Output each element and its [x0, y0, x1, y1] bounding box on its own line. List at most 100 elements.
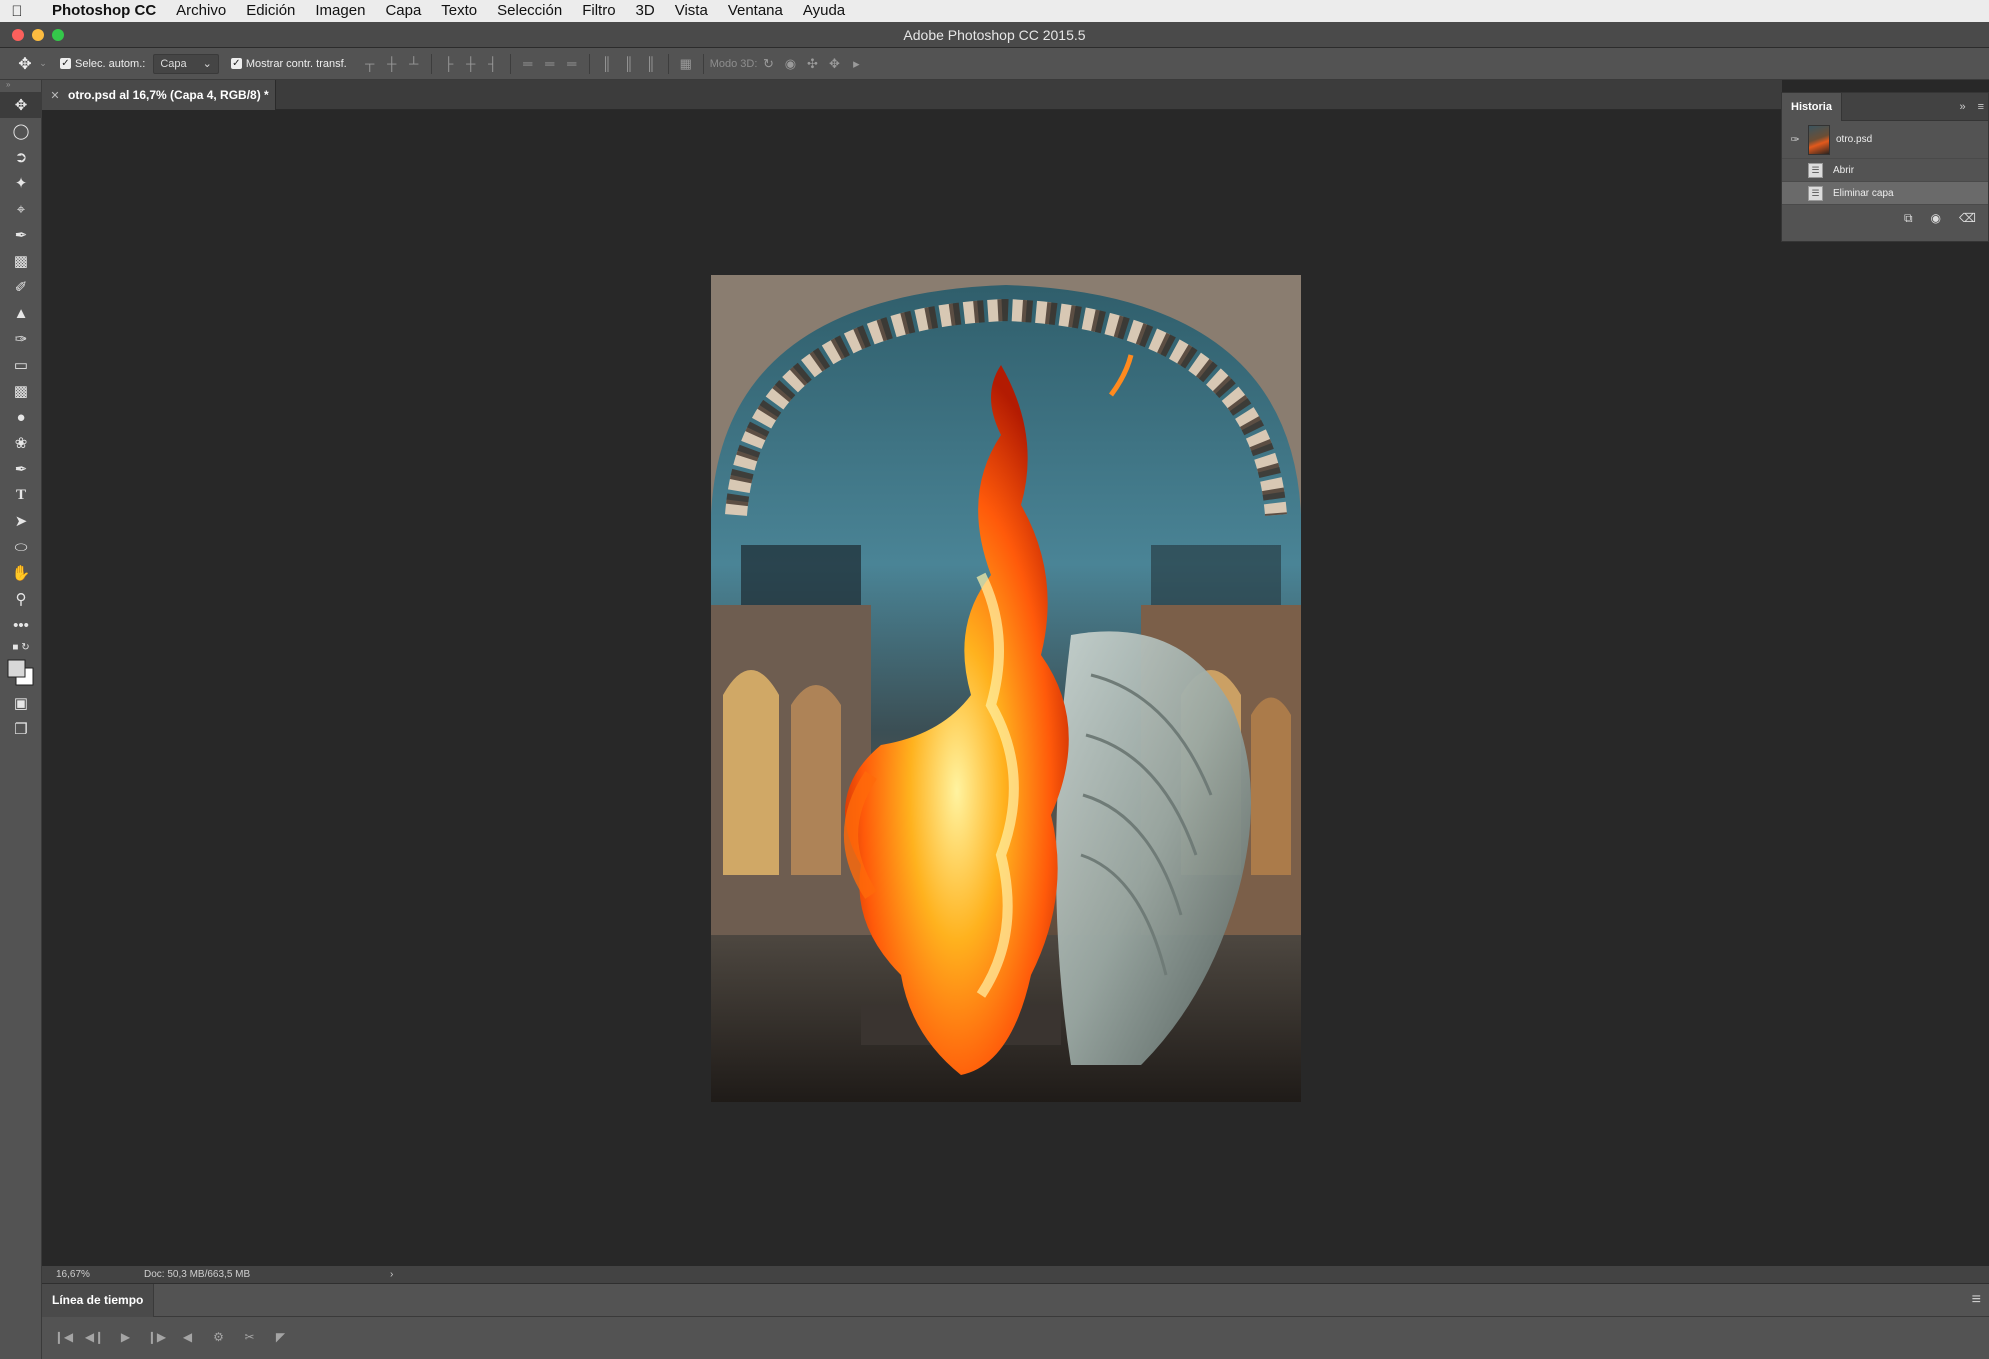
menu-vista[interactable]: Vista — [665, 0, 718, 22]
align-top-icon[interactable]: ┬ — [359, 56, 381, 71]
distribute-left-icon[interactable]: ║ — [596, 56, 618, 71]
timeline-header: Línea de tiempo ≡ — [42, 1283, 1989, 1317]
tab-timeline[interactable]: Línea de tiempo — [42, 1283, 155, 1317]
align-left-icon[interactable]: ├ — [438, 56, 460, 71]
menu-texto[interactable]: Texto — [431, 0, 487, 22]
move-tool-preset-icon[interactable]: ✥ — [14, 54, 36, 74]
distribute-bottom-icon[interactable]: ═ — [561, 56, 583, 71]
align-hcenter-icon[interactable]: ┼ — [460, 56, 482, 71]
auto-align-icon[interactable]: ▦ — [675, 56, 697, 72]
auto-select-dropdown[interactable]: Capa ⌄ — [153, 53, 219, 74]
tab-document[interactable]: ✕ otro.psd al 16,7% (Capa 4, RGB/8) * — [42, 80, 276, 110]
roll-3d-icon[interactable]: ◉ — [779, 56, 801, 72]
history-snapshot[interactable]: ✑ otro.psd — [1782, 121, 1988, 159]
audio-icon[interactable]: ◀ — [172, 1330, 203, 1344]
patch-tool-icon[interactable]: ▩ — [0, 248, 42, 274]
eyedropper-tool-icon[interactable]: ✒ — [0, 222, 42, 248]
default-colors-icon[interactable]: ■ ↻ — [0, 638, 42, 656]
collapse-panel-icon[interactable]: » — [1959, 101, 1965, 113]
panel-menu-icon[interactable]: ≡ — [1972, 1291, 1989, 1309]
panel-menu-icon[interactable]: ≡ — [1978, 101, 1984, 113]
quick-mask-icon[interactable]: ▣ — [0, 690, 42, 716]
history-brush-source-icon[interactable]: ✑ — [1782, 133, 1808, 146]
history-state-abrir[interactable]: ☰ Abrir — [1782, 159, 1988, 182]
sponge-tool-icon[interactable]: ❀ — [0, 430, 42, 456]
zoom-tool-icon[interactable]: ⚲ — [0, 586, 42, 612]
menu-edicion[interactable]: Edición — [236, 0, 305, 22]
scissors-icon[interactable]: ✂ — [234, 1330, 265, 1344]
hand-tool-icon[interactable]: ✋ — [0, 560, 42, 586]
stamp-tool-icon[interactable]: ▲ — [0, 300, 42, 326]
new-document-from-state-icon[interactable]: ⧉ — [1904, 211, 1913, 226]
trash-icon[interactable]: ⌫ — [1959, 211, 1976, 225]
pen-tool-icon[interactable]: ✒ — [0, 456, 42, 482]
auto-select-checkbox[interactable]: ✓ — [60, 58, 71, 69]
divider — [667, 53, 669, 74]
history-panel-header: Historia » ≡ — [1782, 92, 1988, 121]
window-title: Adobe Photoshop CC 2015.5 — [903, 27, 1086, 43]
menu-archivo[interactable]: Archivo — [166, 0, 236, 22]
foreground-background-swatch-icon[interactable] — [6, 658, 36, 688]
pan-3d-icon[interactable]: ✣ — [801, 56, 823, 72]
distribute-top-icon[interactable]: ═ — [517, 56, 539, 71]
transition-icon[interactable]: ◤ — [265, 1330, 296, 1344]
distribute-right-icon[interactable]: ║ — [640, 56, 662, 71]
distribute-vcenter-icon[interactable]: ═ — [539, 56, 561, 71]
menu-imagen[interactable]: Imagen — [305, 0, 375, 22]
close-icon[interactable]: ✕ — [42, 89, 68, 102]
doc-size: Doc: 50,3 MB/663,5 MB — [144, 1269, 251, 1280]
crop-tool-icon[interactable]: ⌖ — [0, 196, 42, 222]
history-brush-tool-icon[interactable]: ✑ — [0, 326, 42, 352]
next-frame-icon[interactable]: ❙▶ — [141, 1330, 172, 1344]
scale-3d-icon[interactable]: ▸ — [845, 56, 867, 72]
eraser-tool-icon[interactable]: ▭ — [0, 352, 42, 378]
show-transform-checkbox[interactable]: ✓ — [230, 58, 242, 69]
menu-3d[interactable]: 3D — [626, 0, 665, 22]
color-swatches[interactable] — [0, 656, 42, 690]
tab-historia[interactable]: Historia — [1782, 92, 1842, 121]
zoom-level[interactable]: 16,67% — [42, 1269, 90, 1280]
blur-tool-icon[interactable]: ● — [0, 404, 42, 430]
menu-ayuda[interactable]: Ayuda — [793, 0, 855, 22]
timeline-controls: ❙◀ ◀❙ ▶ ❙▶ ◀ ⚙ ✂ ◤ — [42, 1317, 1989, 1357]
more-tools-icon[interactable]: ••• — [0, 612, 42, 638]
show-transform-label: Mostrar contr. transf. — [245, 57, 347, 70]
gradient-tool-icon[interactable]: ▩ — [0, 378, 42, 404]
settings-gear-icon[interactable]: ⚙ — [203, 1330, 234, 1344]
menu-app-name[interactable]: Photoshop CC — [34, 0, 166, 22]
move-tool-icon[interactable]: ✥ — [0, 92, 42, 118]
status-bar: 16,67% Doc: 50,3 MB/663,5 MB › — [42, 1266, 1989, 1283]
menu-capa[interactable]: Capa — [375, 0, 431, 22]
history-state-eliminar-capa[interactable]: ☰ Eliminar capa — [1782, 182, 1988, 205]
document-canvas[interactable] — [711, 275, 1301, 1102]
mode-3d-label: Modo 3D: — [709, 57, 758, 70]
menu-ventana[interactable]: Ventana — [718, 0, 793, 22]
marquee-tool-icon[interactable]: ◯ — [0, 118, 42, 144]
chevron-down-icon[interactable]: ⌄ — [36, 58, 50, 69]
apple-icon[interactable]:  — [0, 3, 34, 20]
camera-snapshot-icon[interactable]: ◉ — [1931, 211, 1941, 225]
first-frame-icon[interactable]: ❙◀ — [48, 1330, 79, 1344]
slide-3d-icon[interactable]: ✥ — [823, 56, 845, 72]
menu-filtro[interactable]: Filtro — [572, 0, 625, 22]
brush-tool-icon[interactable]: ✐ — [0, 274, 42, 300]
magic-wand-tool-icon[interactable]: ✦ — [0, 170, 42, 196]
panel-grip-icon[interactable]: » — [0, 80, 41, 92]
type-tool-icon[interactable]: T — [0, 482, 42, 508]
lasso-tool-icon[interactable]: ➲ — [0, 144, 42, 170]
previous-frame-icon[interactable]: ◀❙ — [79, 1330, 110, 1344]
status-menu-arrow-icon[interactable]: › — [316, 1269, 393, 1280]
ellipse-tool-icon[interactable]: ⬭ — [0, 534, 42, 560]
distribute-hcenter-icon[interactable]: ║ — [618, 56, 640, 71]
align-bottom-icon[interactable]: ┴ — [403, 56, 425, 71]
menu-seleccion[interactable]: Selección — [487, 0, 572, 22]
align-right-icon[interactable]: ┤ — [482, 56, 504, 71]
path-selection-tool-icon[interactable]: ➤ — [0, 508, 42, 534]
divider — [430, 53, 432, 74]
align-vcenter-icon[interactable]: ┼ — [381, 56, 403, 71]
orbit-3d-icon[interactable]: ↻ — [757, 56, 779, 72]
play-icon[interactable]: ▶ — [110, 1330, 141, 1344]
screen-mode-icon[interactable]: ❐ — [0, 716, 42, 742]
artwork-image — [711, 275, 1301, 1102]
divider — [509, 53, 511, 74]
